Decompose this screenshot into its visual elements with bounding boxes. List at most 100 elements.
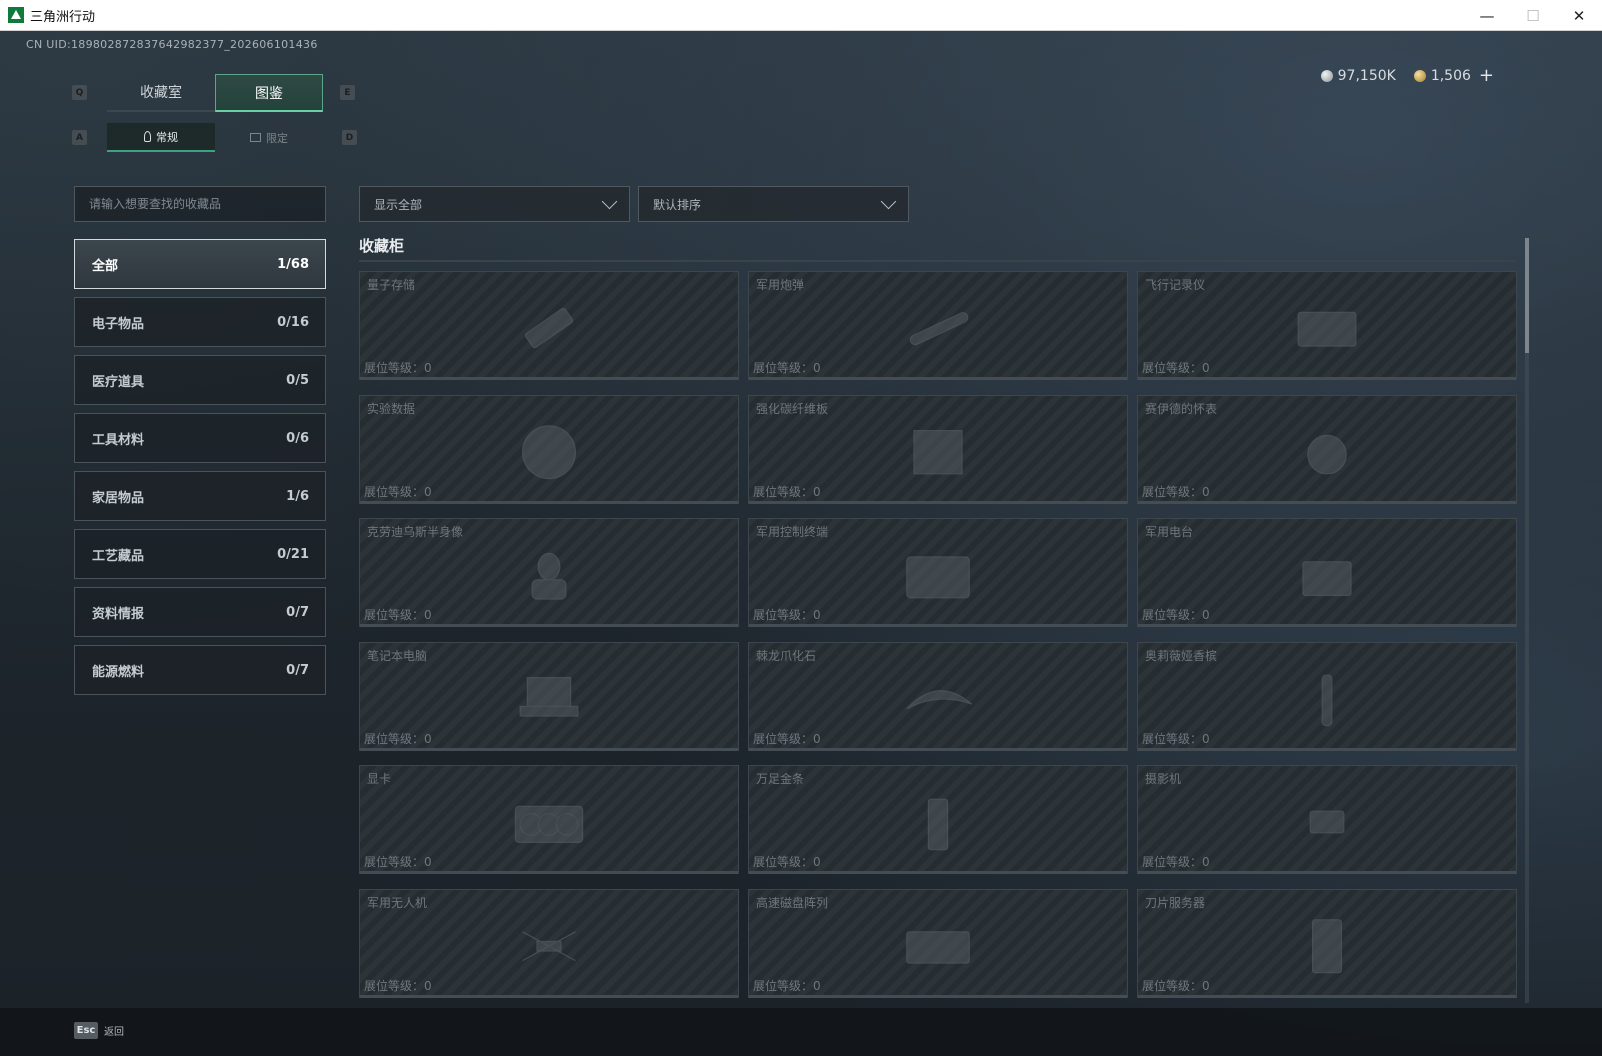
chevron-down-icon bbox=[880, 193, 897, 209]
item-name: 实验数据 bbox=[367, 401, 416, 416]
item-display-level: 展位等级：0 bbox=[753, 484, 821, 499]
scrollbar-thumb[interactable] bbox=[1525, 238, 1529, 353]
subtab-regular[interactable]: 常规 bbox=[107, 123, 215, 152]
collection-item[interactable]: 刀片服务器 展位等级：0 bbox=[1137, 888, 1517, 998]
subtab-limited[interactable]: 限定 bbox=[215, 123, 323, 152]
item-name: 奥莉薇娅香槟 bbox=[1145, 648, 1218, 663]
category-count: 0/5 bbox=[286, 372, 309, 388]
item-display-level: 展位等级：0 bbox=[364, 608, 432, 622]
item-name: 军用炮弹 bbox=[756, 278, 805, 292]
picture-frame-icon bbox=[250, 133, 261, 142]
item-name: 刀片服务器 bbox=[1145, 895, 1206, 910]
item-name: 强化碳纤维板 bbox=[756, 401, 829, 416]
section-title: 收藏柜 bbox=[359, 237, 405, 255]
item-display-level: 展位等级：0 bbox=[364, 978, 432, 993]
category-count: 1/6 bbox=[286, 488, 309, 504]
carbon-plate-icon bbox=[913, 430, 963, 475]
tab-collection-room[interactable]: 收藏室 bbox=[107, 74, 215, 112]
collection-item[interactable]: 高速磁盘阵列 展位等级：0 bbox=[748, 888, 1128, 998]
collection-grid: 量子存储 展位等级：0 军用炮弹 展位等级：0 飞行记录仪 展位等级：0 实验数据 展位等级：… bbox=[359, 271, 1517, 1003]
sort-dropdown[interactable]: 默认排序 bbox=[638, 186, 909, 222]
tab-codex[interactable]: 图鉴 bbox=[215, 74, 323, 112]
item-display-level: 展位等级：0 bbox=[753, 855, 821, 869]
item-name: 军用无人机 bbox=[367, 895, 428, 910]
radio-icon bbox=[1302, 560, 1352, 596]
collection-item[interactable]: 飞行记录仪 展位等级：0 bbox=[1137, 271, 1517, 380]
collection-item[interactable]: 军用无人机展位等级：0 bbox=[359, 888, 739, 998]
collection-item[interactable]: 强化碳纤维板 展位等级：0 bbox=[748, 394, 1128, 504]
display-filter-value: 显示全部 bbox=[374, 197, 423, 212]
item-display-level: 展位等级：0 bbox=[364, 731, 432, 746]
esc-key-hint: Esc bbox=[74, 1022, 98, 1039]
game-screen: CN UID:1898028728376429823​77_2026061014… bbox=[0, 31, 1602, 1056]
bust-icon bbox=[531, 552, 567, 600]
category-crafts[interactable]: 工艺藏品 0/21 bbox=[74, 529, 326, 579]
collection-item[interactable]: 棘龙爪化石 展位等级：0 bbox=[748, 641, 1128, 751]
disk-array-icon bbox=[906, 931, 970, 964]
category-tools[interactable]: 工具材料 0/6 bbox=[74, 413, 326, 463]
section-divider bbox=[359, 260, 1517, 262]
gold-currency: 1,506 + bbox=[1413, 65, 1494, 86]
collection-item[interactable]: 军用炮弹 展位等级：0 bbox=[748, 271, 1128, 380]
search-input[interactable] bbox=[89, 197, 325, 211]
category-all[interactable]: 全部 1/68 bbox=[74, 239, 326, 289]
collection-item[interactable]: 显卡 展位等级：0 bbox=[359, 765, 739, 874]
collection-item[interactable]: 奥莉薇娅香槟 展位等级：0 bbox=[1137, 641, 1517, 751]
category-list: 全部 1/68 电子物品 0/16 医疗道具 0/5 工具材料 0/6 家居物品… bbox=[74, 239, 326, 703]
category-energy[interactable]: 能源燃料 0/7 bbox=[74, 645, 326, 695]
item-name: 摄影机 bbox=[1145, 772, 1182, 786]
collection-item[interactable]: 量子存储 展位等级：0 bbox=[359, 271, 739, 380]
collection-item[interactable]: 万足金条 展位等级：0 bbox=[748, 765, 1128, 874]
grid-scrollbar[interactable] bbox=[1525, 238, 1529, 1003]
category-count: 0/6 bbox=[286, 430, 309, 446]
sort-value: 默认排序 bbox=[653, 197, 702, 212]
category-electronics[interactable]: 电子物品 0/16 bbox=[74, 297, 326, 347]
blade-server-icon bbox=[1312, 919, 1342, 974]
collection-item[interactable]: 军用电台 展位等级：0 bbox=[1137, 518, 1517, 627]
display-filter-dropdown[interactable]: 显示全部 bbox=[359, 186, 630, 222]
item-display-level: 展位等级：0 bbox=[364, 484, 432, 499]
camera-icon bbox=[1309, 810, 1345, 834]
item-name: 军用电台 bbox=[1145, 525, 1194, 539]
disc-icon bbox=[522, 425, 576, 480]
category-count: 0/21 bbox=[277, 546, 309, 562]
graphics-card-icon bbox=[514, 805, 584, 843]
drone-icon bbox=[522, 931, 576, 962]
gold-amount: 1,506 bbox=[1430, 67, 1471, 84]
item-display-level: 展位等级：0 bbox=[753, 978, 821, 993]
item-name: 军用控制终端 bbox=[756, 525, 829, 539]
item-name: 笔记本电脑 bbox=[367, 648, 428, 663]
control-terminal-icon bbox=[906, 556, 970, 599]
category-intel[interactable]: 资料情报 0/7 bbox=[74, 587, 326, 637]
subtab-limited-label: 限定 bbox=[266, 131, 288, 145]
usb-drive-icon bbox=[524, 307, 574, 348]
collection-item[interactable]: 摄影机 展位等级：0 bbox=[1137, 765, 1517, 874]
champagne-icon bbox=[1321, 674, 1333, 727]
category-label: 电子物品 bbox=[92, 316, 145, 332]
collection-item[interactable]: 克劳迪乌斯半身像 展位等级：0 bbox=[359, 518, 739, 627]
category-household[interactable]: 家居物品 1/6 bbox=[74, 471, 326, 521]
category-count: 0/7 bbox=[286, 604, 309, 620]
add-currency-button[interactable]: + bbox=[1479, 65, 1494, 86]
close-button[interactable]: ✕ bbox=[1556, 0, 1602, 31]
item-display-level: 展位等级：0 bbox=[364, 361, 432, 375]
window-titlebar: 三角洲行动 — ☐ ✕ bbox=[0, 0, 1602, 31]
item-name: 克劳迪乌斯半身像 bbox=[367, 525, 464, 539]
item-display-level: 展位等级：0 bbox=[753, 731, 821, 746]
collection-item[interactable]: 实验数据展位等级：0 bbox=[359, 394, 739, 504]
back-label: 返回 bbox=[104, 1027, 124, 1038]
item-display-level: 展位等级：0 bbox=[1142, 484, 1210, 499]
gold-bar-icon bbox=[927, 798, 949, 850]
collection-item[interactable]: 赛伊德的怀表 展位等级：0 bbox=[1137, 394, 1517, 504]
category-count: 1/68 bbox=[277, 256, 309, 272]
category-medical[interactable]: 医疗道具 0/5 bbox=[74, 355, 326, 405]
category-label: 家居物品 bbox=[92, 490, 145, 506]
sub-tabs: 常规 限定 bbox=[107, 123, 323, 152]
collection-item[interactable]: 军用控制终端 展位等级：0 bbox=[748, 518, 1128, 627]
back-button[interactable]: Esc 返回 bbox=[74, 1022, 124, 1039]
maximize-button[interactable]: ☐ bbox=[1510, 0, 1556, 31]
minimize-button[interactable]: — bbox=[1464, 0, 1510, 31]
category-count: 0/7 bbox=[286, 662, 309, 678]
category-label: 资料情报 bbox=[92, 606, 145, 622]
collection-item[interactable]: 笔记本电脑展位等级：0 bbox=[359, 641, 739, 751]
